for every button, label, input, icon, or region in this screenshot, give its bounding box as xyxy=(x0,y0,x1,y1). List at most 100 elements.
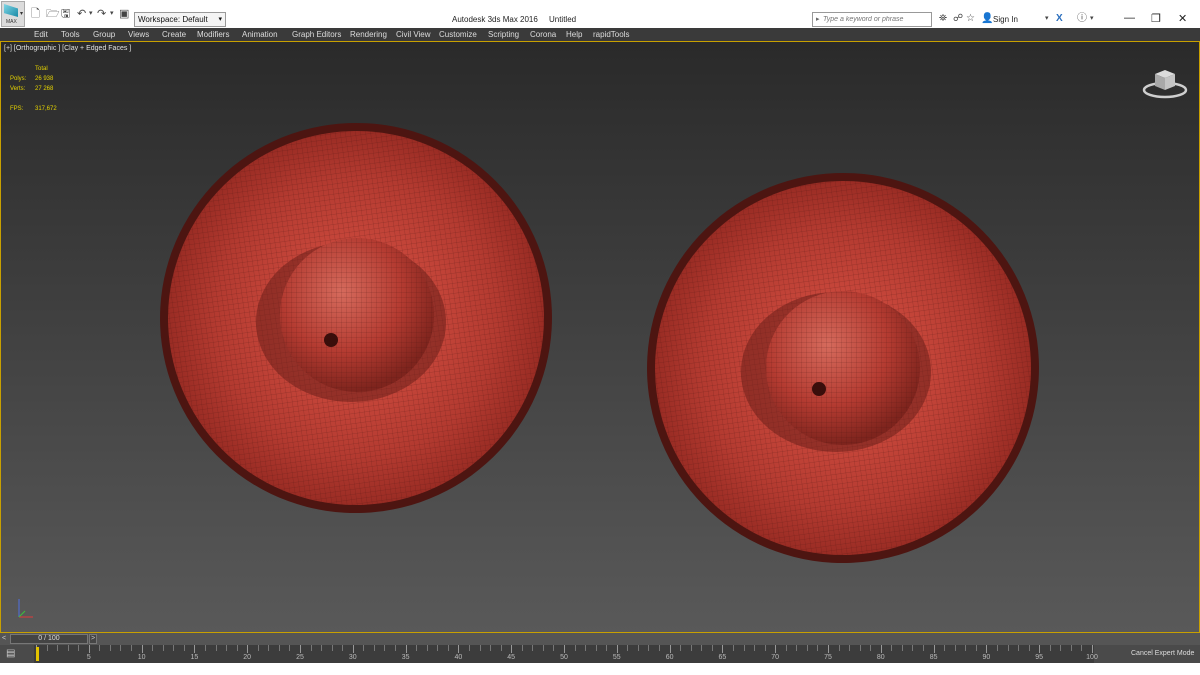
dish-object-right[interactable] xyxy=(622,148,1064,589)
menu-views[interactable]: Views xyxy=(128,29,149,40)
redo-icon[interactable]: ↷ xyxy=(97,8,106,20)
frame-label: 5 xyxy=(86,654,91,661)
project-folder-icon[interactable]: ▣ xyxy=(119,8,129,20)
menu-graph-editors[interactable]: Graph Editors xyxy=(292,29,341,40)
redo-dropdown-icon[interactable]: ▾ xyxy=(110,8,114,20)
frame-tick xyxy=(1039,645,1041,653)
chevron-down-icon: ▾ xyxy=(19,11,23,17)
minimize-icon[interactable]: — xyxy=(1124,12,1135,24)
frame-tick xyxy=(754,645,756,651)
frame-tick xyxy=(384,645,386,651)
frame-label: 50 xyxy=(560,654,568,661)
help-icon[interactable]: ⓘ xyxy=(1077,13,1087,25)
sphere-pole xyxy=(324,333,338,347)
viewport-label-menu[interactable]: [+] [Orthographic ] [Clay + Edged Faces … xyxy=(4,45,131,52)
frame-tick xyxy=(891,645,893,651)
frame-tick xyxy=(606,645,608,651)
track-bar: ▤ 5 10 15 20 25 30 35 40 45 50 55 60 65 70 75 80 85 90 95 1… xyxy=(0,645,1200,663)
frame-tick xyxy=(437,645,439,651)
perspective-viewport[interactable]: [+] [Orthographic ] [Clay + Edged Faces … xyxy=(0,41,1200,633)
frame-label: 25 xyxy=(296,654,304,661)
stats-header: Total xyxy=(35,66,48,72)
frame-tick xyxy=(141,645,143,653)
frame-tick xyxy=(669,645,671,653)
frame-tick xyxy=(99,645,101,651)
frame-tick xyxy=(996,645,998,651)
frame-label: 70 xyxy=(771,654,780,661)
user-icon[interactable]: 👤 xyxy=(981,13,993,25)
menu-rapidtools[interactable]: rapidTools xyxy=(593,29,629,40)
time-slider-next-button[interactable]: > xyxy=(89,634,97,644)
subscription-icon[interactable]: ☍ xyxy=(953,13,963,25)
viewcube-icon[interactable] xyxy=(1141,64,1189,100)
dish-object-left[interactable] xyxy=(135,98,577,539)
undo-icon[interactable]: ↶ xyxy=(77,8,86,20)
menu-modifiers[interactable]: Modifiers xyxy=(197,29,229,40)
menu-help[interactable]: Help xyxy=(566,29,582,40)
chevron-down-icon: ▾ xyxy=(218,16,222,23)
frame-tick xyxy=(648,645,650,651)
sign-in-button[interactable]: Sign In xyxy=(993,15,1018,24)
menu-corona[interactable]: Corona xyxy=(530,29,556,40)
favorites-star-icon[interactable]: ☆ xyxy=(966,13,975,25)
search-expand-icon[interactable]: ▸ xyxy=(816,15,820,23)
menu-edit[interactable]: Edit xyxy=(34,29,48,40)
menu-tools[interactable]: Tools xyxy=(61,29,80,40)
frame-tick xyxy=(300,645,301,653)
app-name: Autodesk 3ds Max 2016 xyxy=(452,15,538,24)
frame-tick xyxy=(500,645,502,651)
frame-label: 15 xyxy=(190,654,199,661)
frame-label: 95 xyxy=(1035,654,1044,661)
menu-rendering[interactable]: Rendering xyxy=(350,29,387,40)
binoculars-icon[interactable]: ⛯ xyxy=(939,13,947,25)
time-slider-prev-button[interactable]: < xyxy=(2,634,9,644)
title-bar: MAX ▾ 🗋 🗁 🖫 ↶ ▾ ↷ ▾ ▣ Workspace: Default… xyxy=(0,0,1200,28)
open-folder-icon[interactable]: 🗁 xyxy=(46,8,60,20)
menu-group[interactable]: Group xyxy=(93,29,115,40)
frame-tick xyxy=(659,645,661,651)
exchange-apps-icon[interactable]: X xyxy=(1056,13,1063,25)
search-input[interactable] xyxy=(823,14,929,25)
frame-tick xyxy=(1007,645,1009,651)
frame-tick xyxy=(828,645,829,653)
cancel-expert-mode-button[interactable]: Cancel Expert Mode xyxy=(1131,645,1194,663)
undo-dropdown-icon[interactable]: ▾ xyxy=(89,8,93,20)
sign-in-dropdown-icon[interactable]: ▾ xyxy=(1045,13,1049,25)
frame-tick xyxy=(806,645,808,651)
frame-tick xyxy=(468,645,470,651)
menu-create[interactable]: Create xyxy=(162,29,186,40)
frame-tick xyxy=(912,645,914,651)
frame-tick xyxy=(732,645,734,651)
frame-ruler[interactable]: 5 10 15 20 25 30 35 40 45 50 55 60 65 70 75 80 85 90 95 100 xyxy=(34,645,1098,663)
frame-tick xyxy=(278,645,280,651)
menu-customize[interactable]: Customize xyxy=(439,29,477,40)
frame-label: 75 xyxy=(824,654,832,661)
sphere-wireframe xyxy=(766,291,920,445)
close-icon[interactable]: ✕ xyxy=(1178,12,1187,25)
frame-tick xyxy=(880,645,882,653)
frame-tick xyxy=(321,645,323,651)
frame-tick xyxy=(1028,645,1030,651)
frame-label: 10 xyxy=(137,654,146,661)
frame-label: 100 xyxy=(1086,654,1098,661)
viewport-scene[interactable] xyxy=(1,42,1199,632)
frame-label: 80 xyxy=(876,654,885,661)
bottom-strip xyxy=(0,663,1200,675)
polys-label: Polys: xyxy=(10,76,27,82)
search-box[interactable]: ▸ xyxy=(812,12,932,27)
menu-animation[interactable]: Animation xyxy=(242,29,278,40)
frame-tick xyxy=(775,645,777,653)
menu-scripting[interactable]: Scripting xyxy=(488,29,519,40)
save-icon[interactable]: 🖫 xyxy=(61,8,70,20)
workspace-dropdown[interactable]: Workspace: Default ▾ xyxy=(134,12,226,27)
frame-tick xyxy=(78,645,80,651)
time-slider-thumb[interactable]: 0 / 100 xyxy=(10,634,88,644)
app-menu-button[interactable]: MAX ▾ xyxy=(1,1,25,27)
restore-icon[interactable]: ❐ xyxy=(1151,12,1161,25)
new-file-icon[interactable]: 🗋 xyxy=(31,8,40,20)
playhead-marker[interactable] xyxy=(36,647,39,661)
menu-civil-view[interactable]: Civil View xyxy=(396,29,431,40)
help-dropdown-icon[interactable]: ▾ xyxy=(1090,13,1094,25)
frame-tick xyxy=(331,645,333,651)
curve-editor-icon[interactable]: ▤ xyxy=(6,648,20,660)
